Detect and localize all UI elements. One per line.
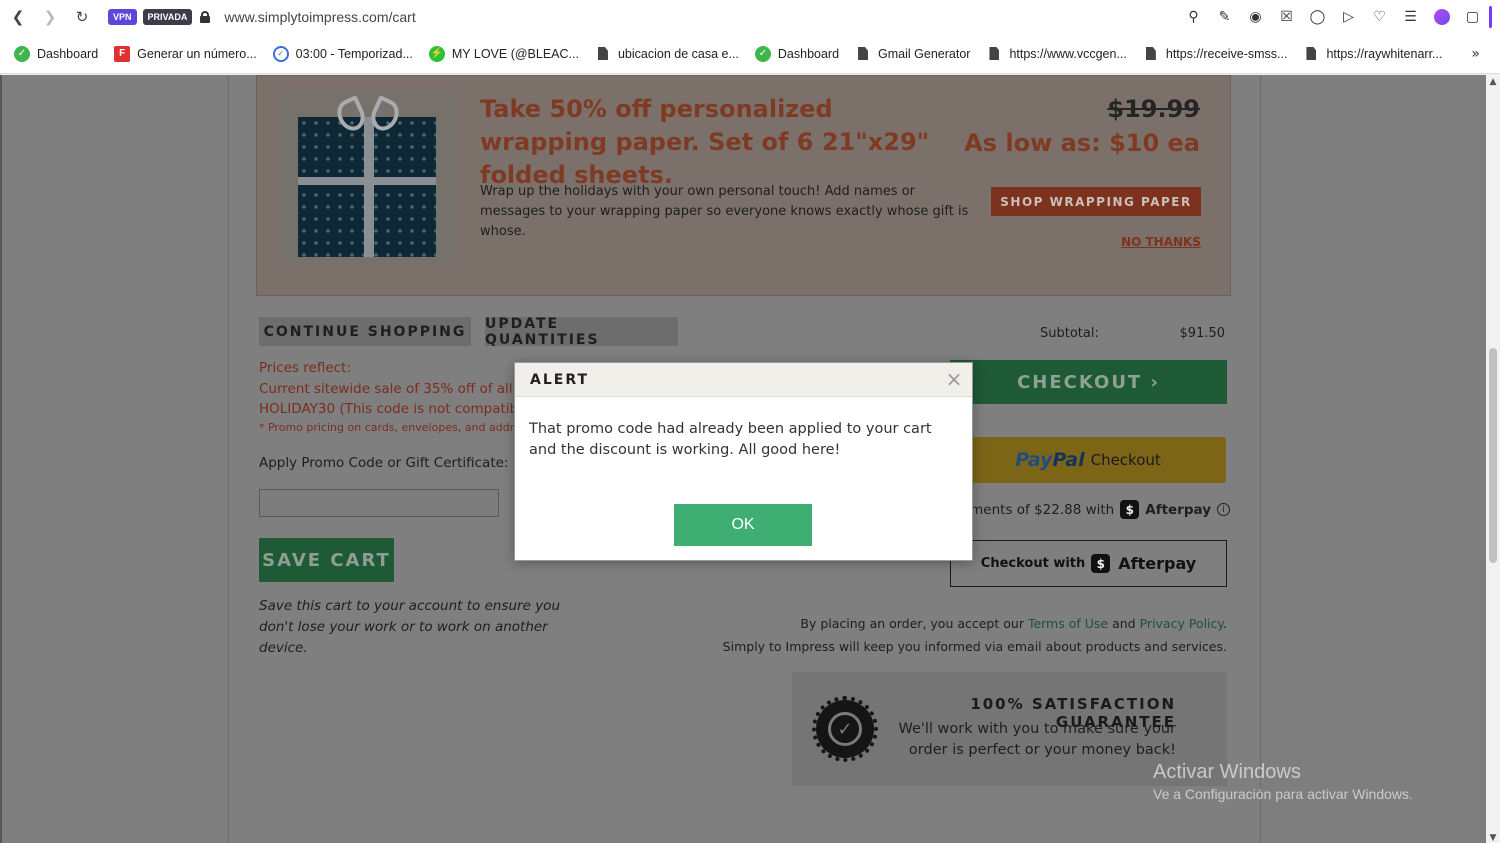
- bookmark-item[interactable]: ubicacion de casa e...: [595, 46, 739, 62]
- lock-icon[interactable]: [200, 11, 211, 23]
- vpn-badge[interactable]: VPN: [108, 9, 137, 25]
- terms-text: By placing an order, you accept our Term…: [800, 616, 1227, 631]
- f-logo-icon: F: [114, 45, 131, 62]
- promo-description: Wrap up the holidays with your own perso…: [480, 184, 969, 239]
- toolbar-icons: ⚲ ✎ ◉ ☒ ◯ ▷ ♡ ☰ ▢: [1178, 0, 1492, 34]
- guarantee-text: We'll work with you to make sure your or…: [898, 721, 1177, 758]
- info-icon[interactable]: i: [1217, 503, 1230, 516]
- subtotal-value: $91.50: [1179, 326, 1226, 341]
- globe-icon[interactable]: ◯: [1302, 2, 1333, 32]
- promo-pricing-note: * Promo pricing on cards, envelopes, and…: [259, 421, 521, 434]
- windows-activation-title: Activar Windows: [1153, 761, 1301, 783]
- bookmark-item[interactable]: ⚡ MY LOVE (@BLEAC...: [428, 45, 579, 62]
- page-edge: [0, 75, 2, 843]
- sidebar-accent: [1488, 2, 1492, 32]
- document-icon: [986, 46, 1002, 62]
- forward-icon[interactable]: ❯: [34, 2, 66, 32]
- checkout-button[interactable]: CHECKOUT ›: [950, 360, 1227, 404]
- alert-message: That promo code had already been applied…: [529, 421, 932, 458]
- paypal-checkout-button[interactable]: PayPal Checkout: [950, 437, 1226, 483]
- continue-shopping-button[interactable]: CONTINUE SHOPPING: [259, 317, 471, 346]
- profile-icon[interactable]: [1426, 2, 1457, 32]
- windows-activation-subtitle: Ve a Configuración para activar Windows.: [1153, 786, 1413, 802]
- document-icon: [595, 46, 611, 62]
- update-quantities-button[interactable]: UPDATE QUANTITIES: [485, 316, 678, 348]
- afterpay-checkout-button[interactable]: Checkout with $ Afterpay: [950, 540, 1227, 587]
- terms-of-use-link[interactable]: Terms of Use: [1028, 616, 1108, 631]
- promo-low-price: As low as: $10 ea: [964, 129, 1200, 157]
- bookmark-item[interactable]: https://receive-smss...: [1143, 46, 1288, 62]
- promo-code-input[interactable]: [259, 489, 499, 517]
- ok-button[interactable]: OK: [674, 504, 812, 546]
- paypal-logo: PayPal: [1015, 449, 1085, 471]
- bookmarks-bar: ✓ Dashboard F Generar un número... ✓ 03:00 …: [0, 34, 1500, 74]
- paypal-checkout-label: Checkout: [1090, 451, 1161, 469]
- bookmark-item[interactable]: https://www.vccgen...: [986, 46, 1126, 62]
- alert-dialog: ALERT × That promo code had already been…: [514, 362, 973, 561]
- save-cart-note: Save this cart to your account to ensure…: [259, 598, 560, 656]
- alert-title: ALERT: [530, 371, 590, 388]
- green-check-icon: ✓: [754, 45, 771, 62]
- private-badge: PRIVADA: [142, 9, 193, 25]
- promo-code-label: Apply Promo Code or Gift Certificate:: [259, 455, 509, 471]
- promo-title: Take 50% off personalized wrapping paper…: [480, 95, 930, 189]
- document-icon: [855, 46, 871, 62]
- privacy-policy-link[interactable]: Privacy Policy: [1140, 616, 1223, 631]
- send-icon[interactable]: ▷: [1333, 2, 1364, 32]
- afterpay-installments: ayments of $22.88 with $ Afterpay i: [940, 500, 1230, 519]
- ribbon-vertical: [364, 117, 374, 257]
- bookmark-item[interactable]: Gmail Generator: [855, 46, 970, 62]
- afterpay-logo-icon: $: [1091, 554, 1111, 573]
- afterpay-logo-icon: $: [1120, 500, 1140, 519]
- guarantee-badge-icon: ✓: [812, 696, 878, 762]
- bookmark-item[interactable]: ✓ Dashboard: [754, 45, 839, 62]
- promo-old-price: $19.99: [1107, 95, 1200, 123]
- save-cart-button[interactable]: SAVE CART: [259, 538, 394, 582]
- bookmark-item[interactable]: ✓ 03:00 - Temporizad...: [272, 45, 413, 62]
- address-bar[interactable]: www.simplytoimpress.com/cart: [224, 9, 415, 25]
- ribbon-horizontal: [298, 177, 436, 185]
- bookmark-item[interactable]: ✓ Dashboard: [14, 45, 98, 62]
- scroll-up-icon[interactable]: ▲: [1488, 77, 1498, 87]
- extensions-icon[interactable]: ▢: [1457, 2, 1488, 32]
- shop-wrapping-paper-button[interactable]: SHOP WRAPPING PAPER: [991, 187, 1201, 216]
- clock-icon: ✓: [272, 45, 289, 62]
- bookmark-item[interactable]: F Generar un número...: [114, 45, 257, 62]
- green-check-icon: ✓: [14, 45, 30, 62]
- shield-icon[interactable]: ☒: [1271, 2, 1302, 32]
- alert-header: ALERT ×: [515, 363, 972, 397]
- close-icon[interactable]: ×: [944, 368, 964, 390]
- bookmark-item[interactable]: https://raywhitenarr...: [1303, 46, 1442, 62]
- camera-icon[interactable]: ◉: [1240, 2, 1271, 32]
- reload-icon[interactable]: ↻: [66, 2, 98, 32]
- scroll-down-icon[interactable]: ▼: [1488, 833, 1498, 843]
- subtotal-label: Subtotal:: [1040, 326, 1099, 341]
- zoom-icon[interactable]: ⚲: [1178, 2, 1209, 32]
- browser-toolbar: ❮ ❯ ↻ VPN PRIVADA www.simplytoimpress.co…: [0, 0, 1500, 34]
- share-icon[interactable]: ✎: [1209, 2, 1240, 32]
- heart-icon[interactable]: ♡: [1364, 2, 1395, 32]
- document-icon: [1143, 46, 1159, 62]
- more-bookmarks-icon[interactable]: »: [1471, 46, 1480, 62]
- scrollbar-thumb[interactable]: [1489, 348, 1497, 563]
- prices-reflect-text: Prices reflect: Current sitewide sale of…: [259, 360, 529, 417]
- email-notice: Simply to Impress will keep you informed…: [722, 639, 1227, 654]
- bolt-icon: ⚡: [428, 45, 445, 62]
- back-icon[interactable]: ❮: [2, 2, 34, 32]
- document-icon: [1303, 46, 1319, 62]
- menu-icon[interactable]: ☰: [1395, 2, 1426, 32]
- no-thanks-link[interactable]: NO THANKS: [1080, 235, 1201, 249]
